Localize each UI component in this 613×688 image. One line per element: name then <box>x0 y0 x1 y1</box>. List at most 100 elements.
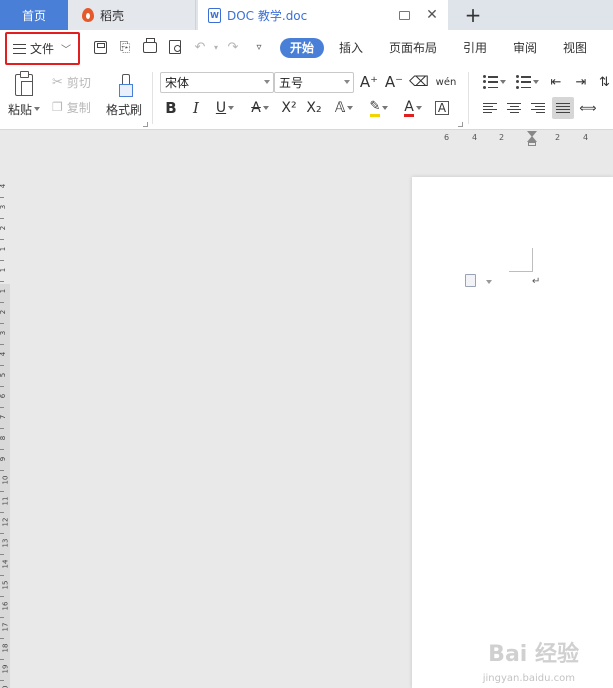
shrink-font-button[interactable]: A⁻ <box>385 72 403 92</box>
ruler-tick: 15 <box>1 580 10 590</box>
italic-button[interactable]: I <box>187 98 205 118</box>
underline-button[interactable]: U <box>211 98 239 118</box>
ruler-tick: 3 <box>0 204 8 210</box>
ruler-tick: 11 <box>1 496 10 506</box>
copy-button[interactable]: ❐ 复制 <box>52 98 91 116</box>
ruler-tick-mark <box>0 470 4 471</box>
subscript-button[interactable]: X₂ <box>304 98 324 118</box>
superscript-button[interactable]: X² <box>279 98 299 118</box>
clear-format-button[interactable]: ⌫ <box>409 72 429 92</box>
close-tab-icon[interactable]: ✕ <box>424 7 440 23</box>
ruler-tick: 18 <box>1 643 10 653</box>
paste-dropdown[interactable]: 粘贴 <box>8 100 41 118</box>
caret-down-icon <box>344 80 350 84</box>
ruler-tick-mark <box>0 491 4 492</box>
align-right-button[interactable] <box>529 98 547 118</box>
scissors-icon: ✂ <box>52 74 63 90</box>
font-size-select[interactable]: 五号 <box>274 72 354 93</box>
font-color-icon: A <box>404 98 414 117</box>
menu-row: 文件 ﹀ ⎘ ↶ ▾ ↷ ▿ 开始 插入 页面布局 引用 审阅 视图 <box>0 30 613 66</box>
ruler-tick-mark <box>0 617 4 618</box>
phonetic-guide-button[interactable]: wén <box>434 72 458 92</box>
strikethrough-icon: A <box>251 100 261 116</box>
tab-start[interactable]: 开始 <box>280 38 325 58</box>
ruler-tick-mark <box>0 365 4 366</box>
numbering-button[interactable] <box>514 72 540 92</box>
indent-marker[interactable] <box>527 131 537 147</box>
ruler-tick: 10 <box>1 475 10 485</box>
ruler-tick: 2 <box>555 133 561 142</box>
print-preview-button[interactable] <box>167 39 183 55</box>
tab-view[interactable]: 视图 <box>563 38 587 58</box>
caret-down-icon[interactable] <box>486 280 492 284</box>
document-helper-icon[interactable] <box>465 274 476 287</box>
ruler-tick-mark <box>0 596 4 597</box>
tab-review[interactable]: 审阅 <box>513 38 537 58</box>
file-menu-button[interactable]: 文件 ﹀ <box>5 32 80 65</box>
ruler-tick: 19 <box>1 664 10 674</box>
eraser-icon: ⌫ <box>409 74 429 90</box>
ruler-tick: 17 <box>1 622 10 632</box>
strikethrough-button[interactable]: A <box>246 98 274 118</box>
print-preview-icon <box>169 40 181 54</box>
italic-icon: I <box>193 99 199 117</box>
tab-references[interactable]: 引用 <box>463 38 487 58</box>
float-window-icon[interactable] <box>399 10 410 20</box>
distribute-button[interactable]: ⟺ <box>579 98 597 118</box>
font-color-button[interactable]: A <box>400 98 426 118</box>
justify-button[interactable] <box>552 97 574 119</box>
justify-icon <box>556 102 570 114</box>
tab-document[interactable]: W DOC 教学.doc ✕ <box>198 0 448 30</box>
customize-toolbar-button[interactable]: ▿ <box>251 39 267 55</box>
ruler-tick: 3 <box>0 330 8 336</box>
font-shrink-icon: A⁻ <box>384 73 404 91</box>
grow-font-button[interactable]: A⁺ <box>360 72 378 92</box>
vertical-ruler: 432111234567891011121314151617181920 <box>0 147 10 688</box>
clipboard-dialog-launcher[interactable] <box>143 122 148 127</box>
undo-dropdown[interactable]: ▾ <box>208 39 224 55</box>
export-pdf-button[interactable]: ⎘ <box>117 39 133 55</box>
align-left-button[interactable] <box>481 98 499 118</box>
print-button[interactable] <box>142 37 158 55</box>
ruler-tick-mark <box>0 281 4 282</box>
format-painter-label: 格式刷 <box>106 102 143 117</box>
caret-down-icon <box>415 106 422 110</box>
undo-button[interactable]: ↶ <box>192 39 208 55</box>
word-doc-icon: W <box>208 7 221 23</box>
cut-button[interactable]: ✂ 剪切 <box>52 73 91 91</box>
redo-button[interactable]: ↷ <box>225 39 241 55</box>
ruler-tick: 5 <box>0 372 8 378</box>
tab-page-layout[interactable]: 页面布局 <box>389 38 437 58</box>
increase-indent-button[interactable]: ⇥ <box>572 72 590 92</box>
font-dialog-launcher[interactable] <box>458 122 463 127</box>
paste-button[interactable] <box>12 71 36 98</box>
sort-button[interactable]: ⇅ <box>596 72 613 92</box>
char-border-button[interactable]: A <box>433 98 451 118</box>
caret-down-icon <box>347 106 354 110</box>
save-button[interactable] <box>92 39 108 55</box>
ruler-tick: 8 <box>0 435 8 441</box>
text-effect-button[interactable]: 𝔸 <box>330 98 358 118</box>
ruler-tick: 2 <box>499 133 505 142</box>
bold-button[interactable]: B <box>162 98 180 118</box>
indent-icon: ⇥ <box>575 74 587 90</box>
highlighter-icon: ✎ <box>369 99 381 117</box>
caret-down-icon: ▾ <box>213 42 218 52</box>
bullets-button[interactable] <box>481 72 507 92</box>
numbered-list-icon <box>515 75 531 88</box>
font-name-value: 宋体 <box>165 76 190 90</box>
format-painter-button[interactable] <box>117 72 133 98</box>
tab-home[interactable]: 首页 <box>0 0 68 30</box>
tab-daoke-label: 稻壳 <box>100 8 125 23</box>
new-tab-button[interactable]: + <box>460 0 486 30</box>
tab-daoke[interactable]: 稻壳 <box>68 0 196 30</box>
decrease-indent-button[interactable]: ⇤ <box>547 72 565 92</box>
align-center-button[interactable] <box>505 98 523 118</box>
sort-icon: ⇅ <box>599 74 610 90</box>
tab-insert[interactable]: 插入 <box>339 38 363 58</box>
distribute-icon: ⟺ <box>579 101 597 115</box>
ruler-tick-mark <box>0 554 4 555</box>
highlight-button[interactable]: ✎ <box>365 98 393 118</box>
watermark-url: jingyan.baidu.com <box>482 673 575 684</box>
font-name-select[interactable]: 宋体 <box>160 72 274 93</box>
